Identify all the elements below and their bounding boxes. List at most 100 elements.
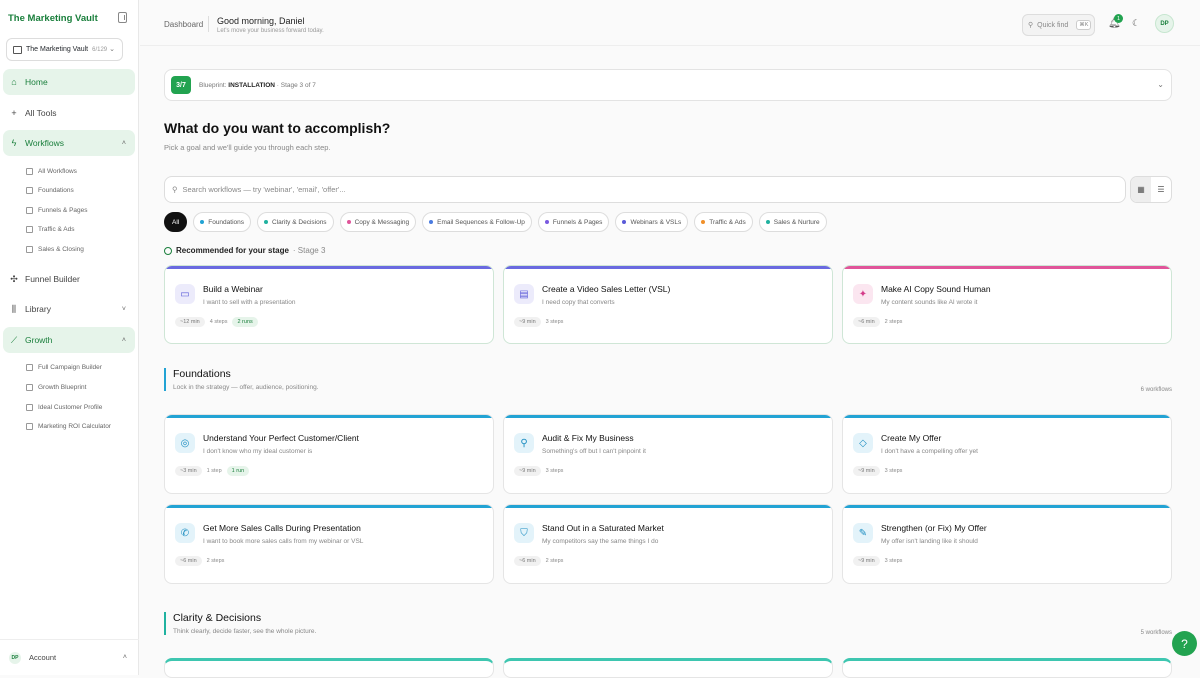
card-accent-bar bbox=[165, 266, 493, 269]
sidebar-subitem[interactable]: All Workflows bbox=[26, 168, 77, 175]
filter-chip[interactable]: All bbox=[164, 212, 188, 232]
sidebar-item-library[interactable]: ⫼ Library ˅ bbox=[3, 296, 135, 322]
workflow-card[interactable]: ✎ Strengthen (or Fix) My Offer My offer is… bbox=[842, 504, 1172, 584]
filter-chip[interactable]: Foundations bbox=[193, 212, 252, 232]
sidebar-item-funnel-builder[interactable]: ✣ Funnel Builder bbox=[3, 266, 135, 292]
handshake-icon bbox=[26, 246, 33, 253]
card-meta: ~6 min 2 steps bbox=[853, 317, 902, 327]
list-view-icon[interactable]: ☰ bbox=[1151, 177, 1171, 202]
chevron-down-icon[interactable]: ⌄ bbox=[1157, 80, 1164, 89]
grid-icon bbox=[26, 168, 33, 175]
user-icon bbox=[26, 404, 33, 411]
card-title: Create a Video Sales Letter (VSL) bbox=[542, 284, 671, 294]
sidebar-subitem[interactable]: Marketing ROI Calculator bbox=[26, 423, 111, 430]
sidebar-subitem-label: Funnels & Pages bbox=[38, 207, 88, 214]
greeting: Good morning, Daniel bbox=[217, 16, 305, 26]
workflow-card[interactable]: ✦ Make AI Copy Sound Human My content soun… bbox=[842, 265, 1172, 344]
workflow-card[interactable] bbox=[842, 658, 1172, 678]
card-title: Build a Webinar bbox=[203, 284, 263, 294]
workflow-card[interactable]: ▤ Create a Video Sales Letter (VSL) I need… bbox=[503, 265, 833, 344]
search-icon: ⚲ bbox=[514, 433, 534, 453]
chevron-up-icon: ˄ bbox=[122, 654, 127, 661]
workspace-icon bbox=[13, 45, 22, 54]
account-menu[interactable]: DP Account ˄ bbox=[0, 639, 139, 675]
sidebar-subitem-label: Foundations bbox=[38, 187, 74, 194]
card-description: My offer isn't landing like it should bbox=[881, 538, 978, 545]
filter-chip-label: All bbox=[172, 218, 180, 226]
sidebar-subitem[interactable]: Traffic & Ads bbox=[26, 226, 75, 233]
category-dot-icon bbox=[346, 220, 351, 224]
phone-icon: ✆ bbox=[175, 523, 195, 543]
filter-chip-label: Copy & Messaging bbox=[354, 218, 410, 226]
sidebar-subitem[interactable]: Funnels & Pages bbox=[26, 207, 88, 214]
workflow-card[interactable] bbox=[503, 658, 833, 678]
chevron-up-icon: ˄ bbox=[121, 336, 126, 344]
workspace-name: The Marketing Vault bbox=[26, 46, 89, 53]
card-accent-bar bbox=[165, 415, 493, 418]
grid-view-icon[interactable]: ▦ bbox=[1131, 177, 1151, 202]
category-filter: All Foundations Clarity & Decisions Copy & … bbox=[164, 212, 827, 232]
filter-chip-label: Foundations bbox=[208, 218, 245, 226]
workflow-card[interactable]: ◎ Understand Your Perfect Customer/Client… bbox=[164, 414, 494, 494]
chevron-down-icon: ˅ bbox=[121, 305, 126, 313]
sidebar-item-workflows[interactable]: ϟ Workflows ˄ bbox=[3, 130, 135, 156]
sidebar-subitem[interactable]: Full Campaign Builder bbox=[26, 364, 102, 371]
shortcut-hint: ⌘K bbox=[1076, 20, 1092, 30]
workflow-card[interactable]: ⚲ Audit & Fix My Business Something's off … bbox=[503, 414, 833, 494]
workflow-card[interactable]: ⛉ Stand Out in a Saturated Market My compe… bbox=[503, 504, 833, 584]
workflow-card[interactable]: ✆ Get More Sales Calls During Presentatio… bbox=[164, 504, 494, 584]
card-meta: ~9 min 3 steps bbox=[853, 466, 902, 476]
rocket-icon bbox=[26, 364, 33, 371]
workflow-card[interactable]: ◇ Create My Offer I don't have a compellin… bbox=[842, 414, 1172, 494]
sidebar-subitem-label: Sales & Closing bbox=[38, 246, 84, 253]
plus-icon: + bbox=[11, 108, 17, 118]
blueprint-text: Blueprint: INSTALLATION · Stage 3 of 7 bbox=[199, 82, 316, 89]
chevron-down-icon: ⌄ bbox=[109, 46, 115, 53]
sidebar-item-home[interactable]: ⌂ Home bbox=[3, 69, 135, 95]
divider bbox=[208, 16, 209, 32]
section-count: 6 workflows bbox=[1140, 387, 1172, 393]
workflow-card[interactable]: ▭ Build a Webinar I want to sell with a pr… bbox=[164, 265, 494, 344]
filter-chip-label: Funnels & Pages bbox=[552, 218, 603, 226]
recommended-stage: · Stage 3 bbox=[292, 246, 326, 255]
workspace-switcher[interactable]: The Marketing Vault 6/129 ⌄ bbox=[6, 38, 123, 61]
sidebar-item-all-tools[interactable]: + All Tools bbox=[3, 100, 135, 126]
quick-find-button[interactable]: ⚲ Quick find ⌘K bbox=[1022, 14, 1095, 36]
filter-chip[interactable]: Funnels & Pages bbox=[537, 212, 610, 232]
compass-icon bbox=[26, 384, 33, 391]
sidebar-subitem[interactable]: Growth Blueprint bbox=[26, 384, 86, 391]
filter-chip[interactable]: Traffic & Ads bbox=[694, 212, 753, 232]
filter-chip-label: Traffic & Ads bbox=[709, 218, 746, 226]
library-icon: ⫼ bbox=[11, 303, 17, 314]
sidebar-toggle-icon[interactable] bbox=[118, 12, 127, 23]
breadcrumb[interactable]: Dashboard bbox=[164, 20, 203, 29]
blueprint-banner[interactable]: 3/7 Blueprint: INSTALLATION · Stage 3 of… bbox=[164, 69, 1172, 101]
search-input[interactable]: ⚲ Search workflows — try 'webinar', 'ema… bbox=[164, 176, 1126, 203]
filter-chip[interactable]: Webinars & VSLs bbox=[615, 212, 689, 232]
filter-chip[interactable]: Clarity & Decisions bbox=[257, 212, 334, 232]
filter-chip[interactable]: Copy & Messaging bbox=[339, 212, 417, 232]
brand-name: The Marketing Vault bbox=[8, 13, 98, 24]
sidebar-item-label: Workflows bbox=[25, 138, 65, 148]
filter-chip-label: Webinars & VSLs bbox=[630, 218, 682, 226]
sidebar-item-growth[interactable]: ⟋ Growth ˄ bbox=[3, 327, 135, 353]
workflow-card[interactable] bbox=[164, 658, 494, 678]
steps-count: 2 steps bbox=[545, 558, 564, 564]
moon-icon[interactable]: ☾ bbox=[1132, 18, 1140, 29]
card-description: My competitors say the same things I do bbox=[542, 538, 659, 545]
avatar[interactable]: DP bbox=[1155, 14, 1174, 33]
filter-chip[interactable]: Sales & Nurture bbox=[758, 212, 827, 232]
card-description: I don't know who my ideal customer is bbox=[203, 448, 313, 455]
calculator-icon bbox=[26, 423, 33, 430]
help-button[interactable]: ? bbox=[1172, 631, 1197, 656]
section-header-foundations: Foundations Lock in the strategy — offer… bbox=[164, 368, 319, 391]
steps-count: 2 steps bbox=[206, 558, 225, 564]
sidebar-subitem[interactable]: Foundations bbox=[26, 187, 74, 194]
card-accent-bar bbox=[165, 505, 493, 508]
diamond-icon: ◇ bbox=[853, 433, 873, 453]
card-description: I need copy that converts bbox=[542, 299, 615, 306]
filter-chip[interactable]: Email Sequences & Follow-Up bbox=[422, 212, 532, 232]
card-title: Strengthen (or Fix) My Offer bbox=[881, 523, 987, 533]
sidebar-subitem[interactable]: Ideal Customer Profile bbox=[26, 404, 102, 411]
sidebar-subitem[interactable]: Sales & Closing bbox=[26, 246, 84, 253]
